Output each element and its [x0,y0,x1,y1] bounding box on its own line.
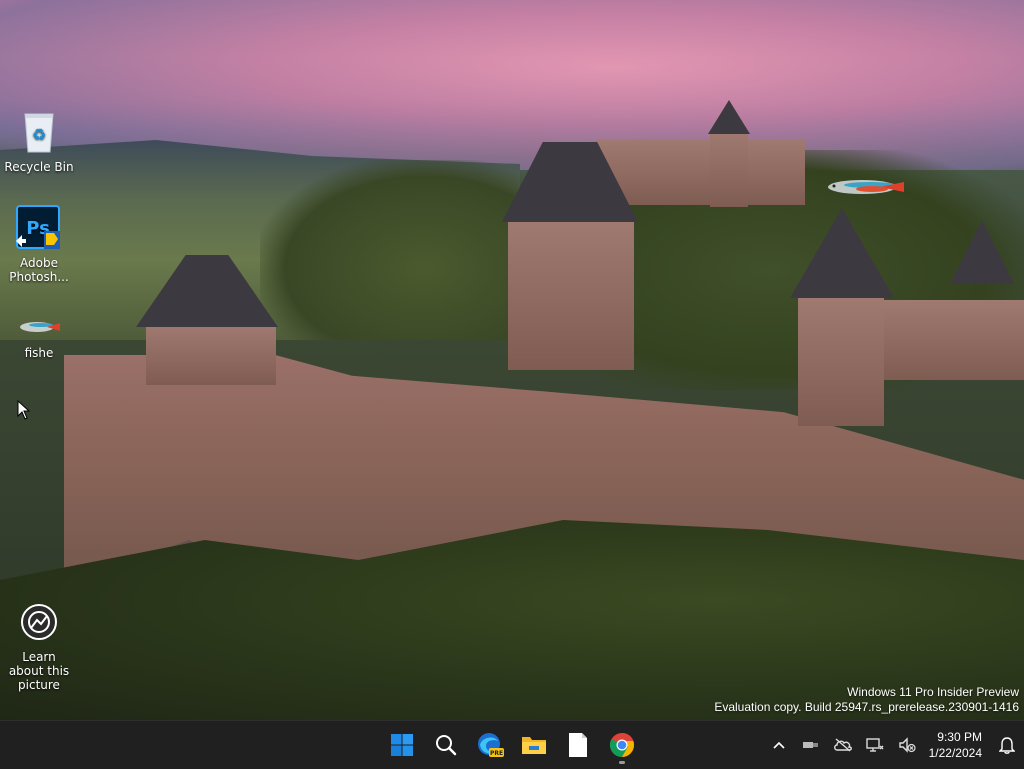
mouse-cursor-icon [17,400,31,420]
learn-about-picture-label: Learn about this picture [8,650,70,692]
search-button[interactable] [426,725,466,765]
edge-preview-button[interactable]: PRE [470,725,510,765]
show-hidden-icons-button[interactable] [763,725,795,765]
bell-icon [999,737,1015,754]
onedrive-button[interactable] [827,725,859,765]
file-explorer-button[interactable] [514,725,554,765]
svg-text:♻: ♻ [32,125,46,144]
wallpaper-right-wall [884,300,1024,380]
network-disconnected-icon [865,738,884,752]
edge-pre-icon: PRE [478,733,504,757]
watermark-line2: Evaluation copy. Build 25947.rs_prerelea… [714,700,1019,714]
speaker-muted-icon [898,737,916,753]
fishe-icon-item[interactable]: fishe [1,312,77,360]
svg-text:PRE: PRE [490,750,503,757]
system-tray: 9:30 PM 1/22/2024 [763,721,1024,769]
start-button[interactable] [382,725,422,765]
notepad-button[interactable] [558,725,598,765]
fish-sprite [828,180,904,194]
document-icon [569,733,587,757]
network-button[interactable] [859,725,891,765]
fishe-label: fishe [24,346,54,360]
folder-icon [522,737,546,754]
cloud-offline-icon [833,738,852,752]
chrome-button[interactable] [602,725,642,765]
chevron-up-icon [773,741,785,749]
recycle-bin-label: Recycle Bin [4,160,74,174]
watermark-line1: Windows 11 Pro Insider Preview [847,685,1019,699]
camera-lens-icon [15,598,63,646]
wallpaper-central-tower [508,220,634,370]
learn-about-picture-icon-item[interactable]: Learn about this picture [1,598,77,692]
wallpaper-gate-tower [146,325,276,385]
windows-watermark: Windows 11 Pro Insider Preview Evaluatio… [714,685,1019,715]
notifications-button[interactable] [990,725,1024,765]
photoshop-label: Adobe Photosh... [9,256,69,284]
adobe-photoshop-icon-item[interactable]: Ps Adobe Photosh... [1,204,77,284]
usb-drive-icon [802,742,818,748]
search-icon [436,735,457,756]
volume-button[interactable] [891,725,923,765]
windows-logo-icon [391,734,413,756]
taskbar: PRE 9:30 PM 1/22/2024 [0,720,1024,769]
clock[interactable]: 9:30 PM 1/22/2024 [923,729,990,761]
wallpaper-castle-tower-top [710,132,748,207]
usb-device-button[interactable] [795,725,827,765]
taskbar-apps: PRE [382,721,642,769]
wallpaper-castle-upper [595,140,805,205]
recycle-bin-icon: ♻ [15,108,63,156]
wallpaper-round-tower [798,296,884,426]
chrome-icon [609,732,635,757]
desktop: ♻ Recycle Bin Ps Adobe Photosh... fishe [0,0,1024,720]
recycle-bin-icon-item[interactable]: ♻ Recycle Bin [1,108,77,174]
clock-date: 1/22/2024 [928,746,982,760]
running-indicator [619,761,625,764]
fish-icon [15,312,63,342]
clock-time: 9:30 PM [937,730,982,744]
photoshop-icon: Ps [15,204,63,252]
